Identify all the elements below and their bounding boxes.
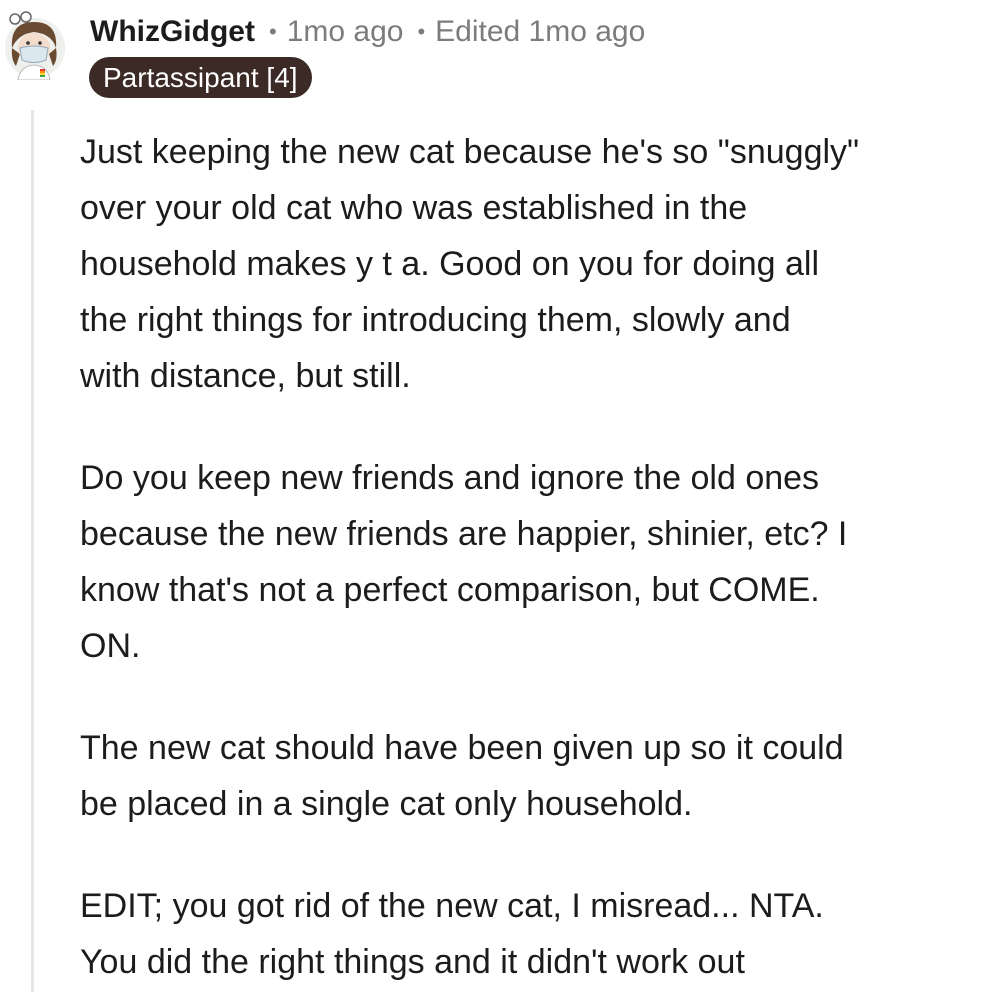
meta-separator: • xyxy=(268,19,277,44)
comment-body: Just keeping the new cat because he's so… xyxy=(80,124,975,990)
comment-timestamp: 1mo ago xyxy=(286,15,404,48)
comment-paragraph: Just keeping the new cat because he's so… xyxy=(80,133,860,395)
thread-collapse-line[interactable] xyxy=(31,110,34,992)
edited-label: Edited 1mo ago xyxy=(435,15,646,48)
comment-paragraph: Do you keep new friends and ignore the o… xyxy=(80,459,848,665)
user-flair-badge: Partassipant [4] xyxy=(89,57,312,98)
author-username[interactable]: WhizGidget xyxy=(90,15,255,49)
user-avatar[interactable] xyxy=(2,8,68,80)
meta-separator: • xyxy=(417,19,426,44)
comment-meta: WhizGidget • 1mo ago • Edited 1mo ago xyxy=(90,10,645,54)
cartoon-avatar-icon xyxy=(5,11,65,80)
comment-paragraph: EDIT; you got rid of the new cat, I misr… xyxy=(80,887,824,981)
comment-paragraph: The new cat should have been given up so… xyxy=(80,729,844,823)
comment: WhizGidget • 1mo ago • Edited 1mo ago Pa… xyxy=(0,0,989,992)
